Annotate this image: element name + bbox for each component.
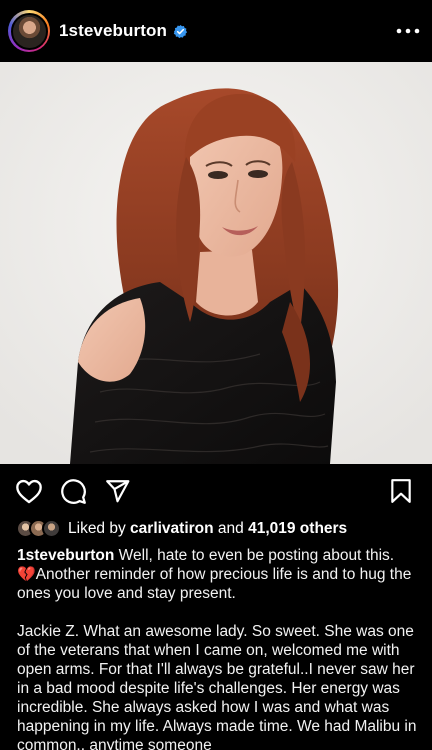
likes-count[interactable]: 41,019 others	[248, 520, 347, 537]
comment-button[interactable]	[58, 476, 88, 506]
likes-prefix: Liked by	[68, 520, 131, 537]
comment-icon	[60, 478, 86, 504]
verified-badge-icon	[173, 24, 188, 38]
bookmark-icon	[391, 479, 411, 503]
more-options-button[interactable]	[394, 17, 422, 45]
caption-line-1: Well, hate to even be posting about this…	[114, 547, 395, 564]
username[interactable]: 1steveburton	[59, 21, 167, 41]
send-icon	[105, 480, 129, 503]
broken-heart-icon: 💔	[17, 566, 36, 583]
caption-paragraph-1: 1steveburton Well, hate to even be posti…	[17, 546, 422, 603]
ellipsis-icon	[396, 28, 420, 34]
liker-username[interactable]: carlivatiron	[130, 520, 214, 537]
post-header: 1steveburton	[0, 0, 432, 62]
avatar[interactable]	[10, 12, 48, 50]
post-caption: 1steveburton Well, hate to even be posti…	[17, 546, 422, 750]
caption-line-1-rest: Another reminder of how precious life is…	[17, 566, 412, 602]
caption-paragraph-2: Jackie Z. What an awesome lady. So sweet…	[17, 623, 417, 750]
liker-avatar	[42, 519, 61, 538]
liker-avatars	[16, 518, 68, 540]
heart-icon	[16, 479, 42, 504]
likes-and: and	[213, 520, 249, 537]
caption-username[interactable]: 1steveburton	[17, 547, 114, 564]
story-ring-avatar[interactable]	[8, 10, 50, 52]
post-image[interactable]	[0, 62, 432, 464]
likes-text: Liked by carlivatiron and 41,019 others	[68, 520, 347, 538]
like-button[interactable]	[14, 476, 44, 506]
post-actions-bar	[0, 466, 432, 516]
share-button[interactable]	[102, 476, 132, 506]
likes-summary[interactable]: Liked by carlivatiron and 41,019 others	[16, 518, 347, 540]
save-button[interactable]	[386, 476, 416, 506]
portrait-illustration	[0, 62, 432, 464]
